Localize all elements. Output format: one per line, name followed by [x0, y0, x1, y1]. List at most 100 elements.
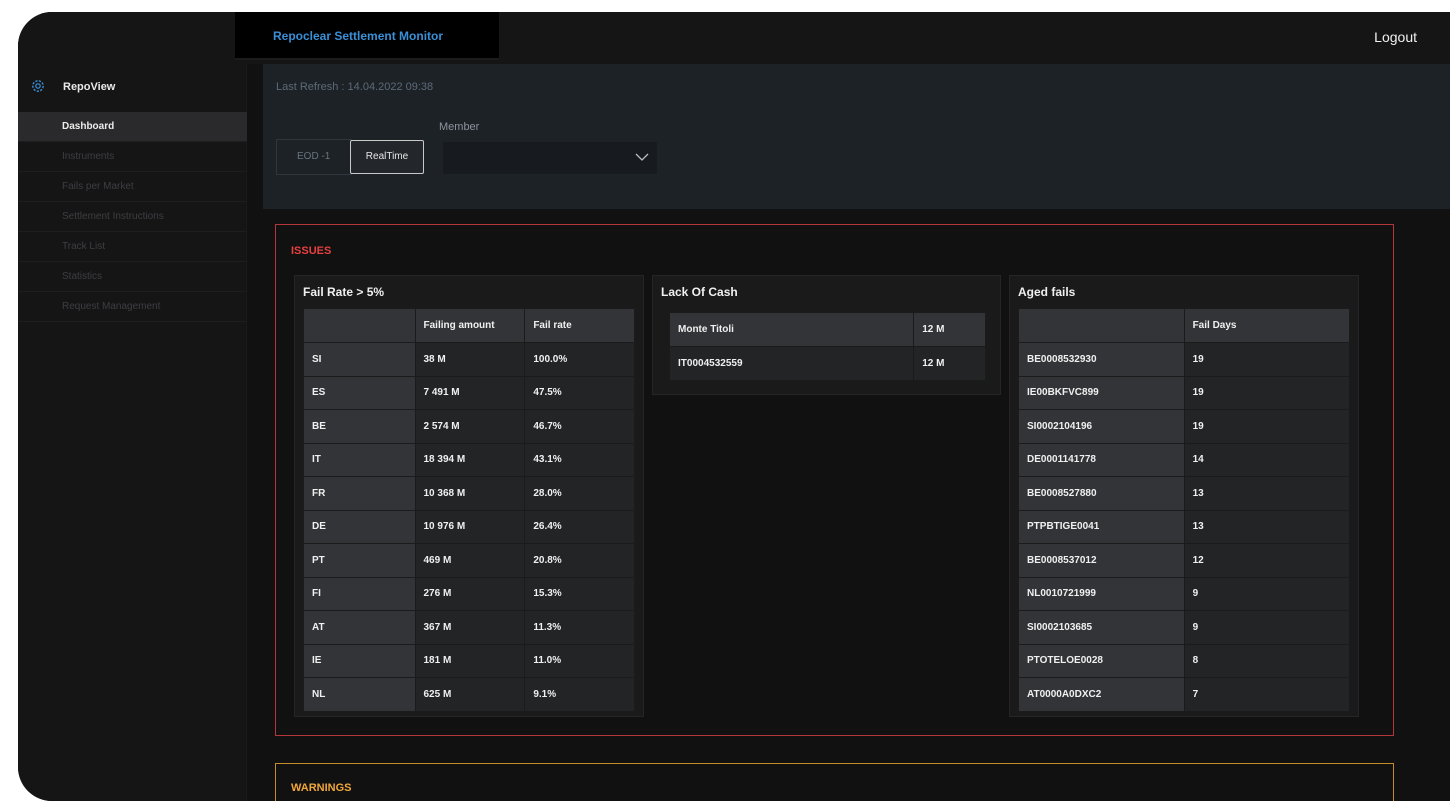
member-select[interactable]	[443, 142, 657, 174]
table-row: ES 7 491 M 47.5%	[303, 375, 635, 410]
logout-button[interactable]: Logout	[1374, 29, 1417, 45]
aged-fails-table: Fail Days BE0008532930 19 IE00BKFVC899 19 …	[1018, 308, 1351, 712]
sidebar-item-track-list[interactable]: Track List	[18, 232, 247, 262]
controls-panel: Last Refresh : 14.04.2022 09:38 EOD -1 R…	[263, 64, 1450, 209]
gear-icon	[32, 80, 44, 92]
table-cell: 43.1%	[524, 442, 635, 477]
chevron-down-icon	[635, 153, 649, 161]
fail-rate-title: Fail Rate > 5%	[303, 285, 385, 299]
table-row: BE0008527880 13	[1018, 476, 1351, 511]
member-label: Member	[439, 121, 480, 133]
table-cell: IE	[303, 643, 416, 678]
table-cell: PTPBTIGE0041	[1018, 509, 1185, 544]
fail-rate-card: Fail Rate > 5% Failing amount Fail rate …	[294, 275, 644, 717]
table-row: IT 18 394 M 43.1%	[303, 442, 635, 477]
table-cell: FR	[303, 476, 416, 511]
table-row: BE 2 574 M 46.7%	[303, 409, 635, 444]
sidebar-item-statistics[interactable]: Statistics	[18, 262, 247, 292]
table-row: PTPBTIGE0041 13	[1018, 509, 1351, 544]
table-row: SI0002104196 19	[1018, 409, 1351, 444]
table-row: DE 10 976 M 26.4%	[303, 509, 635, 544]
table-cell: ES	[303, 375, 416, 410]
table-row: PT 469 M 20.8%	[303, 543, 635, 578]
table-cell: IT0004532559	[668, 346, 915, 381]
realtime-toggle-button[interactable]: RealTime	[350, 140, 424, 174]
table-cell: 12	[1183, 543, 1351, 578]
table-cell: BE	[303, 409, 416, 444]
table-cell: 7 491 M	[414, 375, 526, 410]
app-title: Repoclear Settlement Monitor	[273, 29, 444, 43]
sidebar-item-dashboard[interactable]: Dashboard	[18, 112, 247, 142]
table-cell: DE0001141778	[1018, 442, 1185, 477]
sidebar-item-settlement-instructions[interactable]: Settlement Instructions	[18, 202, 247, 232]
sidebar-nav: Dashboard Instruments Fails per Market S…	[18, 112, 247, 322]
table-cell: 12 M	[913, 346, 986, 381]
table-cell: 9	[1183, 576, 1351, 611]
sidebar-item-request-management[interactable]: Request Management	[18, 292, 247, 322]
table-cell: 367 M	[414, 610, 526, 645]
sidebar-header: RepoView	[18, 76, 247, 100]
table-header: Monte Titoli	[668, 312, 915, 347]
table-row: IT0004532559 12 M	[668, 346, 986, 381]
table-header: Fail rate	[524, 308, 635, 343]
table-row: AT0000A0DXC2 7	[1018, 677, 1351, 712]
table-cell: IE00BKFVC899	[1018, 375, 1185, 410]
table-row: FR 10 368 M 28.0%	[303, 476, 635, 511]
table-row: BE0008537012 12	[1018, 543, 1351, 578]
warnings-title: WARNINGS	[291, 782, 352, 794]
table-row: NL 625 M 9.1%	[303, 677, 635, 712]
table-cell: 8	[1183, 643, 1351, 678]
table-cell: 15.3%	[524, 576, 635, 611]
table-cell: DE	[303, 509, 416, 544]
table-cell: 13	[1183, 509, 1351, 544]
table-cell: BE0008532930	[1018, 342, 1185, 377]
table-cell: BE0008527880	[1018, 476, 1185, 511]
brand-box: Repoclear Settlement Monitor	[235, 12, 499, 60]
table-cell: 47.5%	[524, 375, 635, 410]
table-cell: 469 M	[414, 543, 526, 578]
table-cell: 14	[1183, 442, 1351, 477]
top-bar: Repoclear Settlement Monitor Logout	[18, 12, 1450, 64]
table-cell: 2 574 M	[414, 409, 526, 444]
table-cell: 7	[1183, 677, 1351, 712]
table-cell: 11.3%	[524, 610, 635, 645]
table-cell: 19	[1183, 375, 1351, 410]
table-cell: 20.8%	[524, 543, 635, 578]
aged-fails-card: Aged fails Fail Days BE0008532930 19 IE00…	[1009, 275, 1359, 717]
sidebar-title: RepoView	[63, 81, 116, 93]
table-cell: SI0002104196	[1018, 409, 1185, 444]
sidebar-item-instruments[interactable]: Instruments	[18, 142, 247, 172]
table-row: SI0002103685 9	[1018, 610, 1351, 645]
table-cell: 10 976 M	[414, 509, 526, 544]
table-cell: 19	[1183, 342, 1351, 377]
table-cell: PT	[303, 543, 416, 578]
table-header	[1018, 308, 1185, 343]
table-cell: 100.0%	[524, 342, 635, 377]
eod-toggle-button[interactable]: EOD -1	[276, 139, 352, 175]
table-cell: 13	[1183, 476, 1351, 511]
table-header	[303, 308, 416, 343]
table-cell: IT	[303, 442, 416, 477]
table-cell: BE0008537012	[1018, 543, 1185, 578]
table-row: IE00BKFVC899 19	[1018, 375, 1351, 410]
table-cell: AT	[303, 610, 416, 645]
aged-fails-title: Aged fails	[1018, 285, 1076, 299]
lack-of-cash-title: Lack Of Cash	[661, 285, 738, 299]
table-header: Failing amount	[414, 308, 526, 343]
table-row: NL0010721999 9	[1018, 576, 1351, 611]
table-cell: AT0000A0DXC2	[1018, 677, 1185, 712]
table-row: BE0008532930 19	[1018, 342, 1351, 377]
warnings-panel: WARNINGS	[275, 763, 1394, 801]
table-header: 12 M	[913, 312, 986, 347]
table-cell: NL	[303, 677, 416, 712]
app-window: Repoclear Settlement Monitor Logout Repo…	[18, 12, 1450, 801]
table-row: PTOTELOE0028 8	[1018, 643, 1351, 678]
table-cell: SI0002103685	[1018, 610, 1185, 645]
table-cell: 19	[1183, 409, 1351, 444]
table-row: AT 367 M 11.3%	[303, 610, 635, 645]
fail-rate-table: Failing amount Fail rate SI 38 M 100.0% ES…	[303, 308, 635, 712]
table-cell: NL0010721999	[1018, 576, 1185, 611]
sidebar-item-fails-per-market[interactable]: Fails per Market	[18, 172, 247, 202]
table-cell: 11.0%	[524, 643, 635, 678]
issues-title: ISSUES	[291, 245, 332, 257]
